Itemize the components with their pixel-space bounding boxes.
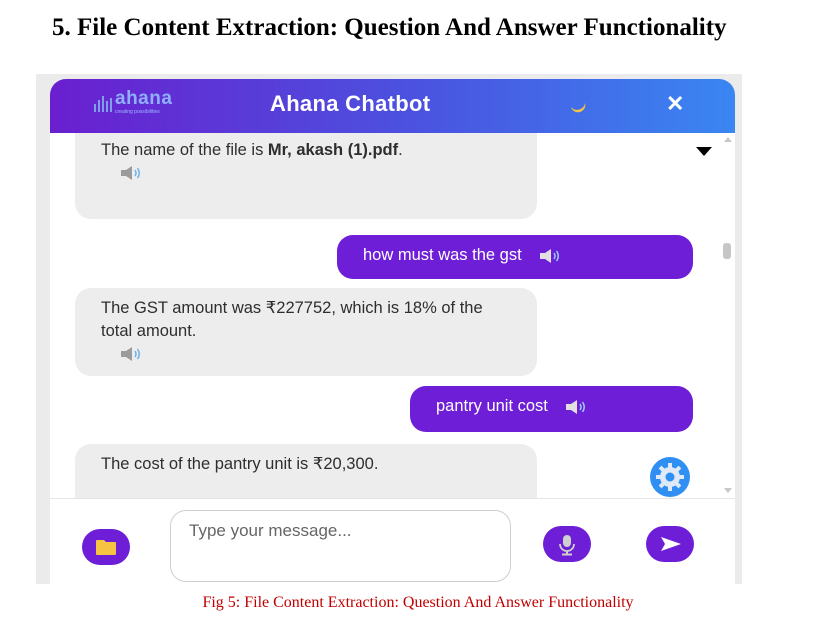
scroll-up-arrow[interactable] [724,137,732,142]
user-message: how must was the gst [337,235,693,279]
bot-message: The GST amount was ₹227752, which is 18%… [75,288,537,376]
send-button[interactable] [646,526,694,562]
message-input[interactable] [170,510,511,582]
speaker-icon[interactable] [121,166,143,180]
close-icon[interactable]: ✕ [666,91,684,117]
attach-file-button[interactable] [82,529,130,565]
message-text: pantry unit cost [436,397,548,415]
message-text: The cost of the pantry unit is ₹20,300. [101,455,379,473]
scroll-thumb[interactable] [723,243,731,259]
speaker-icon[interactable] [121,347,143,361]
bot-message: The cost of the pantry unit is ₹20,300. [75,444,537,498]
moon-icon[interactable] [568,96,588,116]
bot-message: The name of the file is Mr, akash (1).pd… [75,133,537,219]
send-icon [661,537,681,551]
settings-button[interactable] [650,457,690,497]
logo-bars-icon [94,94,114,112]
message-text: The name of the file is [101,141,268,159]
folder-icon [96,540,116,555]
chat-scrollbar[interactable] [720,133,735,498]
chevron-down-icon[interactable] [696,147,712,156]
ahana-logo: ahana creating possibilities [94,88,214,119]
chat-title: Ahana Chatbot [270,91,431,116]
message-text: how must was the gst [363,246,522,264]
message-text: The GST amount was ₹227752, which is 18%… [101,299,483,340]
gear-icon [656,463,684,491]
composer-bar [50,498,735,584]
chatbot-widget: ahana creating possibilities Ahana Chatb… [50,79,735,584]
scroll-down-arrow[interactable] [724,488,732,493]
file-name: Mr, akash (1).pdf [267,141,399,159]
voice-input-button[interactable] [543,526,591,562]
chat-messages: The name of the file is Mr, akash (1).pd… [50,133,720,498]
user-message: pantry unit cost [410,386,693,432]
logo-text: ahana [115,88,173,109]
chat-header: ahana creating possibilities Ahana Chatb… [50,79,735,133]
logo-subtitle: creating possibilities [115,109,160,115]
speaker-icon[interactable] [566,399,592,414]
document-heading: 5. File Content Extraction: Question And… [52,14,727,41]
speaker-icon[interactable] [540,248,566,263]
figure-caption: Fig 5: File Content Extraction: Question… [202,594,634,611]
microphone-icon [559,535,575,556]
